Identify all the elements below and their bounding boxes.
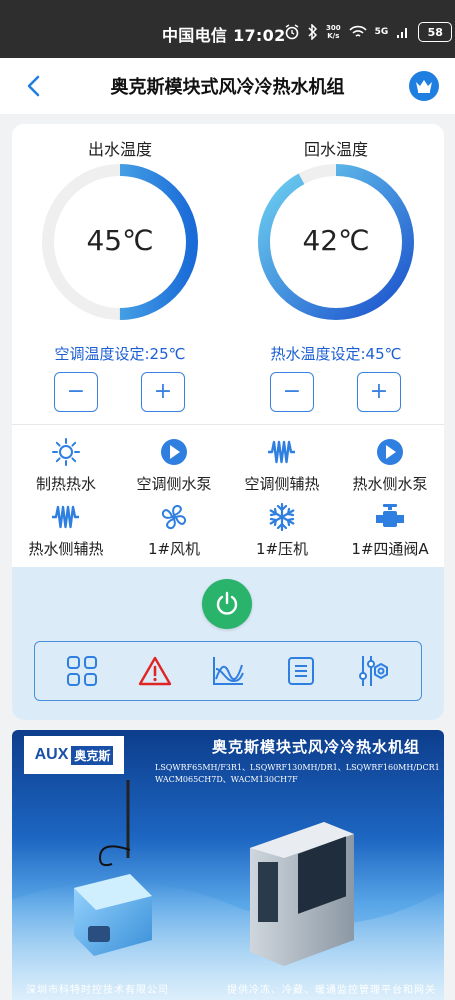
function-label: 1#四通阀A: [351, 540, 429, 558]
vip-crown-button[interactable]: [409, 71, 439, 101]
heater-icon: [52, 505, 79, 529]
dashboard-button[interactable]: [65, 654, 99, 688]
sun-icon: [52, 438, 80, 466]
outlet-temp-gauge: 45℃: [40, 162, 200, 322]
function-label: 空调侧水泵: [136, 475, 212, 493]
signal-type: 5G: [374, 27, 389, 37]
list-icon: [288, 657, 315, 685]
hot-water-setpoint-label: 热水温度设定:45℃: [270, 345, 402, 363]
power-button[interactable]: [202, 579, 252, 629]
status-four-way-valve-1a[interactable]: 1#四通阀A: [336, 502, 444, 559]
control-card: 出水温度 45℃ 回水温度 42℃ 空调温度设定:25℃ 热水温度设定:45℃ …: [12, 124, 444, 720]
battery-level: 58: [427, 25, 443, 39]
hot-water-setpoint-plus-button[interactable]: +: [357, 372, 401, 412]
pump-icon: [161, 439, 187, 465]
outlet-temp-title: 出水温度: [87, 140, 152, 159]
wifi-icon: [349, 25, 367, 37]
function-label: 热水侧水泵: [352, 475, 428, 493]
ac-setpoint-label: 空调温度设定:25℃: [54, 345, 186, 363]
net-speed-unit: K/s: [327, 32, 340, 40]
alarm-button[interactable]: [138, 654, 172, 688]
pump-icon: [377, 439, 403, 465]
settings-sliders-icon: [359, 656, 389, 686]
alarm-icon: [138, 656, 171, 686]
bluetooth-icon: [308, 24, 318, 40]
parameter-settings-button[interactable]: [357, 654, 391, 688]
alarm-clock-icon: [285, 24, 299, 40]
ac-setpoint-plus-button[interactable]: +: [141, 372, 185, 412]
heater-icon: [268, 440, 295, 464]
status-time: 中国电信 17:02: [162, 26, 286, 45]
chart-icon: [212, 657, 244, 685]
status-ac-side-pump[interactable]: 空调侧水泵: [120, 437, 228, 494]
crown-icon: [416, 80, 432, 93]
status-hot-water-side-aux-heat[interactable]: 热水侧辅热: [12, 502, 120, 559]
status-compressor-1[interactable]: 1#压机: [228, 502, 336, 559]
status-heating-hot-water[interactable]: 制热热水: [12, 437, 120, 494]
status-hot-water-side-pump[interactable]: 热水侧水泵: [336, 437, 444, 494]
grid-icon: [66, 656, 97, 686]
return-temp-value: 42℃: [302, 224, 370, 257]
banner-slogan: 提供冷冻、冷藏、暖通监控管理平台和网关: [227, 985, 436, 996]
product-illustration: [12, 780, 444, 1000]
status-bar: 中国电信 17:02 300 K/s 5G 58: [0, 0, 455, 58]
status-fan-1[interactable]: 1#风机: [120, 502, 228, 559]
return-temp-title: 回水温度: [303, 140, 368, 159]
product-banner[interactable]: AUX 奥克斯 奥克斯模块式风冷冷热水机组 LSQWRF65MH/F3R1、LS…: [12, 730, 444, 1000]
status-ac-side-aux-heat[interactable]: 空调侧辅热: [228, 437, 336, 494]
function-label: 空调侧辅热: [244, 475, 320, 493]
return-temp-gauge: 42℃: [256, 162, 416, 322]
function-label: 热水侧辅热: [28, 540, 104, 558]
section-divider: [12, 424, 444, 425]
fan-icon: [161, 504, 187, 530]
function-label: 制热热水: [35, 475, 96, 493]
valve-icon: [376, 504, 404, 527]
nav-bar: 奥克斯模块式风冷冷热水机组: [0, 58, 455, 114]
net-speed-value: 300: [326, 24, 341, 32]
ac-setpoint-minus-button[interactable]: −: [54, 372, 98, 412]
function-label: 1#风机: [147, 540, 201, 558]
records-button[interactable]: [284, 654, 318, 688]
control-panel: [12, 567, 444, 720]
power-icon: [216, 591, 238, 615]
banner-footer: 深圳市科特时控技术有限公司 提供冷冻、冷藏、暖通监控管理平台和网关: [12, 981, 444, 996]
outlet-temp-value: 45℃: [86, 224, 154, 257]
hot-water-setpoint-minus-button[interactable]: −: [270, 372, 314, 412]
battery-indicator: 58: [418, 22, 453, 42]
banner-company: 深圳市科特时控技术有限公司: [26, 985, 169, 996]
trend-chart-button[interactable]: [211, 654, 245, 688]
net-speed: 300 K/s: [326, 24, 341, 40]
status-icons: 300 K/s 5G 58: [284, 20, 455, 44]
page-title: 奥克斯模块式风冷冷热水机组: [110, 77, 345, 98]
snowflake-icon: [269, 502, 295, 532]
function-toolbar: [34, 641, 422, 701]
function-label: 1#压机: [255, 540, 309, 558]
cell-signal-icon: [397, 28, 408, 38]
